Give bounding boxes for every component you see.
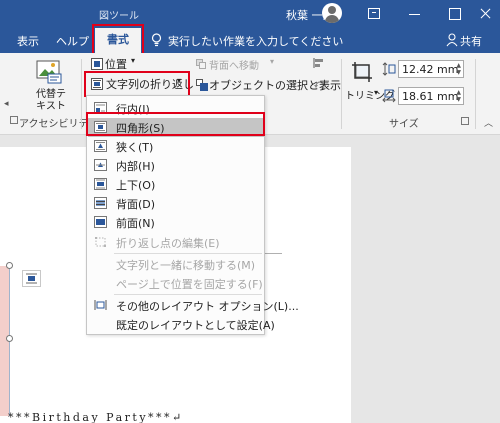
picture-tools-context-label: 図ツール — [99, 11, 139, 22]
menu-item-behind-text[interactable]: 背面(D) — [88, 194, 264, 213]
edit-wrap-points-icon — [95, 237, 106, 247]
wrap-in-front-icon — [94, 216, 107, 228]
height-icon — [382, 62, 396, 76]
tell-me-search[interactable]: 実行したい作業を入力してください — [168, 33, 343, 49]
alt-text-button[interactable]: 代替テ キスト — [33, 89, 69, 113]
shape-width-input[interactable]: 18.61 mm ▲ ▼ — [398, 87, 464, 105]
layout-options-icon — [94, 300, 107, 310]
menu-item-move-with-text: 文字列と一緒に移動する(M) — [116, 259, 256, 272]
resize-handle[interactable] — [6, 335, 13, 342]
menu-item-set-default-layout[interactable]: 既定のレイアウトとして設定(A) — [88, 315, 275, 334]
lightbulb-icon — [151, 33, 162, 47]
send-backward-button[interactable]: 背面へ移動 — [209, 57, 259, 72]
square-option-highlight — [86, 112, 265, 136]
minimize-button[interactable] — [394, 0, 434, 28]
selection-pane-icon — [196, 79, 208, 91]
wrap-tight-icon — [94, 140, 107, 152]
menu-item-tight[interactable]: 狭く(T) — [88, 137, 264, 156]
group-separator — [475, 59, 476, 129]
size-group-label: サイズ — [389, 119, 419, 130]
layout-options-icon — [26, 273, 37, 284]
tab-view[interactable]: 表示 — [17, 33, 39, 49]
wrap-through-icon — [94, 159, 107, 171]
layout-options-button[interactable] — [22, 270, 41, 287]
collapse-ribbon-icon[interactable]: ︿ — [484, 116, 493, 129]
dialog-launcher-icon[interactable] — [10, 116, 18, 124]
width-icon — [382, 89, 396, 103]
group-separator — [81, 59, 82, 129]
menu-item-in-front[interactable]: 前面(N) — [88, 213, 264, 232]
selection-pane-button[interactable]: オブジェクトの選択と表示 — [209, 77, 341, 93]
ribbon-display-options-button[interactable] — [354, 0, 394, 28]
format-tab-highlight — [92, 24, 144, 55]
menu-separator — [114, 253, 262, 254]
menu-item-more-layout-options[interactable]: その他のレイアウト オプション(L)... — [88, 296, 299, 315]
avatar[interactable] — [322, 3, 342, 23]
menu-item-edit-wrap-points: 折り返し点の編集(E) — [88, 233, 264, 252]
menu-separator — [114, 294, 262, 295]
share-person-icon — [446, 33, 458, 47]
align-icon[interactable] — [313, 57, 327, 69]
ribbon-scroll-left-icon[interactable]: ◂ — [4, 99, 9, 109]
menu-item-through[interactable]: 内部(H) — [88, 156, 264, 175]
resize-handle[interactable] — [6, 262, 13, 269]
position-icon — [91, 58, 103, 70]
document-text[interactable]: ***Birthday Party***↵ — [8, 411, 184, 423]
crop-icon — [352, 62, 372, 82]
menu-item-top-bottom[interactable]: 上下(O) — [88, 175, 264, 194]
tab-help[interactable]: ヘルプ — [56, 33, 89, 49]
chevron-down-icon[interactable]: ▾ — [374, 88, 378, 97]
wrap-text-highlight — [84, 71, 190, 97]
maximize-button[interactable] — [434, 0, 474, 28]
ribbon-tab-bar: 表示 ヘルプ 書式 実行したい作業を入力してください 共有 — [0, 28, 500, 53]
group-separator — [341, 59, 342, 129]
wrap-behind-icon — [94, 197, 107, 209]
chevron-down-icon: ▾ — [131, 56, 136, 65]
share-button[interactable]: 共有 — [460, 33, 482, 49]
dialog-launcher-icon[interactable] — [461, 117, 469, 125]
title-bar: 図ツール 秋葉 一郎 — [0, 0, 500, 28]
shape-height-input[interactable]: 12.42 mm ▲ ▼ — [398, 60, 464, 78]
close-button[interactable] — [470, 0, 500, 28]
spin-down-icon[interactable]: ▼ — [456, 70, 461, 76]
chevron-down-icon: ▾ — [270, 57, 275, 66]
spin-down-icon[interactable]: ▼ — [456, 97, 461, 103]
alt-text-icon — [36, 60, 62, 84]
menu-item-fix-position: ページ上で位置を固定する(F) — [116, 278, 263, 291]
bring-forward-icon — [196, 59, 206, 69]
ribbon-display-icon — [368, 8, 380, 19]
wrap-top-bottom-icon — [94, 178, 107, 190]
